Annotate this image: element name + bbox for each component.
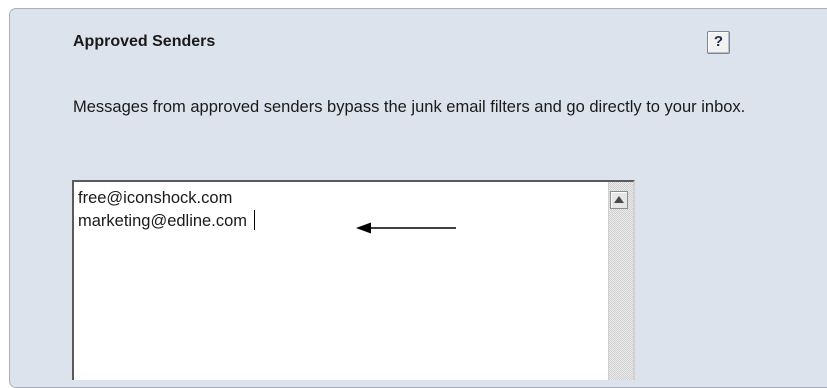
sender-entry: free@iconshock.com bbox=[78, 187, 255, 210]
arrow-left-icon bbox=[356, 222, 456, 234]
sender-email: marketing@edline.com bbox=[78, 212, 247, 230]
section-description: Messages from approved senders bypass th… bbox=[73, 98, 746, 116]
vertical-scrollbar[interactable] bbox=[608, 182, 633, 380]
help-button[interactable]: ? bbox=[707, 31, 730, 54]
text-caret bbox=[254, 210, 255, 230]
sender-email: free@iconshock.com bbox=[78, 189, 233, 207]
sender-entry: marketing@edline.com bbox=[78, 210, 255, 233]
help-icon: ? bbox=[713, 33, 724, 50]
approved-senders-textarea[interactable]: free@iconshock.com marketing@edline.com bbox=[72, 180, 635, 380]
scroll-up-button[interactable] bbox=[610, 191, 628, 209]
section-title: Approved Senders bbox=[73, 33, 216, 50]
arrow-up-icon bbox=[614, 196, 624, 203]
senders-list: free@iconshock.com marketing@edline.com bbox=[78, 187, 255, 233]
